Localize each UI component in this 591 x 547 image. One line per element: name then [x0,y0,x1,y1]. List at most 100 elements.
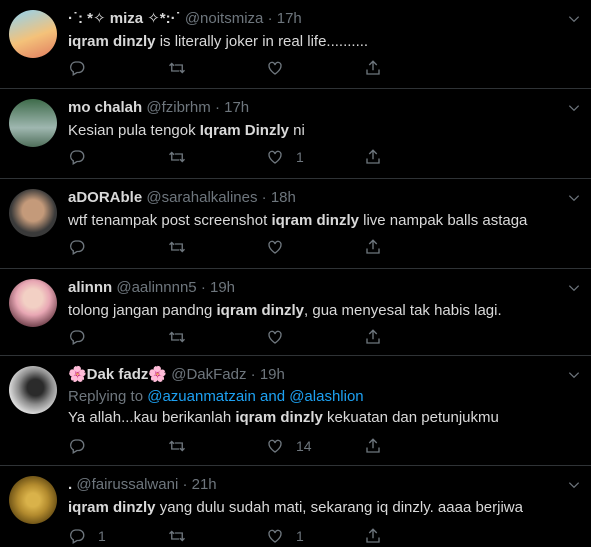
chevron-down-icon[interactable] [567,12,581,26]
tweet-text-pre: Kesian pula tengok [68,122,200,139]
retweet-icon [169,62,185,74]
separator-dot: · [200,279,206,296]
replying-to: Replying to @azuanmatzain and @alashlion [68,388,364,406]
display-name[interactable]: 🌸Dak fadz🌸 [68,366,167,383]
like-button[interactable]: 1 [266,526,304,546]
timestamp[interactable]: 17h [224,99,249,116]
timestamp[interactable]: 19h [210,279,235,296]
display-name[interactable]: ·˙: *✧ miza ✧*:·˙ [68,10,181,27]
tweet-text: wtf tenampak post screenshot iqram dinzl… [68,211,527,231]
user-handle[interactable]: @fairussalwani [76,476,178,493]
tweet-header: 🌸Dak fadz🌸 @DakFadz · 19h [68,366,285,384]
retweet-icon [169,440,185,452]
like-icon [268,330,282,344]
tweet[interactable]: mo chalah @fzibrhm · 17h Kesian pula ten… [0,89,591,179]
tweet[interactable]: aDORAble @sarahalkalines · 18h wtf tenam… [0,179,591,269]
retweet-button[interactable] [168,436,198,456]
share-button[interactable] [364,327,382,347]
reply-button[interactable] [68,327,98,347]
like-button[interactable]: 1 [266,147,304,167]
timestamp[interactable]: 17h [277,10,302,27]
like-button[interactable] [266,327,296,347]
user-handle[interactable]: @fzibrhm [146,99,210,116]
tweet[interactable]: . @fairussalwani · 21h iqram dinzly yang… [0,466,591,547]
tweet-text-pre: Ya allah...kau berikanlah [68,409,236,426]
avatar[interactable] [9,189,57,237]
display-name[interactable]: aDORAble [68,189,142,206]
tweet-text-highlight: iqram dinzly [68,499,156,516]
share-button[interactable] [364,436,382,456]
share-icon [366,329,380,344]
share-button[interactable] [364,526,382,546]
retweet-button[interactable] [168,327,198,347]
chevron-down-icon[interactable] [567,478,581,492]
tweet-text-pre: tolong jangan pandng [68,302,217,319]
like-button[interactable]: 14 [266,436,312,456]
reply-button[interactable] [68,436,98,456]
display-name[interactable]: . [68,476,72,493]
user-handle[interactable]: @aalinnnn5 [116,279,196,296]
tweet-text-post: yang dulu sudah mati, sekarang iq dinzly… [155,499,523,516]
tweet-text-highlight: iqram dinzly [68,33,156,50]
like-button[interactable] [266,237,296,257]
share-icon [366,149,380,164]
tweet-text: Kesian pula tengok Iqram Dinzly ni [68,121,305,141]
avatar[interactable] [9,366,57,414]
tweet[interactable]: ·˙: *✧ miza ✧*:·˙ @noitsmiza · 17h iqram… [0,0,591,89]
like-button[interactable] [266,58,296,78]
share-button[interactable] [364,237,382,257]
timestamp[interactable]: 19h [260,366,285,383]
tweet-text: tolong jangan pandng iqram dinzly, gua m… [68,301,502,321]
retweet-icon [169,151,185,163]
share-icon [366,60,380,75]
tweet[interactable]: alinnn @aalinnnn5 · 19h tolong jangan pa… [0,269,591,356]
reply-count: 1 [98,528,106,544]
like-icon [268,240,282,254]
separator-dot: · [267,10,273,27]
user-handle[interactable]: @DakFadz [171,366,246,383]
reply-icon [70,439,85,454]
display-name[interactable]: mo chalah [68,99,142,116]
tweet-header: aDORAble @sarahalkalines · 18h [68,189,296,207]
avatar[interactable] [9,10,57,58]
replying-to-mentions[interactable]: @azuanmatzain and @alashlion [147,388,363,405]
chevron-down-icon[interactable] [567,101,581,115]
avatar[interactable] [9,476,57,524]
like-count: 14 [296,438,312,454]
avatar[interactable] [9,279,57,327]
reply-button[interactable]: 1 [68,526,106,546]
separator-dot: · [214,99,220,116]
share-button[interactable] [364,58,382,78]
tweet-actions [68,58,388,78]
reply-icon [70,61,85,76]
retweet-button[interactable] [168,237,198,257]
tweet[interactable]: 🌸Dak fadz🌸 @DakFadz · 19h Replying to @a… [0,356,591,466]
reply-button[interactable] [68,58,98,78]
retweet-button[interactable] [168,58,198,78]
share-icon [366,438,380,453]
like-count: 1 [296,528,304,544]
retweet-button[interactable] [168,526,198,546]
separator-dot: · [250,366,256,383]
tweet-text-post: ni [288,122,305,139]
reply-button[interactable] [68,147,98,167]
avatar[interactable] [9,99,57,147]
chevron-down-icon[interactable] [567,281,581,295]
user-handle[interactable]: @noitsmiza [185,10,264,27]
user-handle[interactable]: @sarahalkalines [146,189,257,206]
display-name[interactable]: alinnn [68,279,112,296]
tweet-text: iqram dinzly is literally joker in real … [68,32,368,52]
tweet-actions [68,237,388,257]
tweet-text-post: live nampak balls astaga [358,212,528,229]
separator-dot: · [182,476,188,493]
chevron-down-icon[interactable] [567,368,581,382]
retweet-button[interactable] [168,147,198,167]
reply-button[interactable] [68,237,98,257]
separator-dot: · [261,189,267,206]
timestamp[interactable]: 18h [271,189,296,206]
timestamp[interactable]: 21h [192,476,217,493]
tweet-text-post: kekuatan dan petunjukmu [322,409,499,426]
share-button[interactable] [364,147,382,167]
tweet-actions: 1 [68,147,388,167]
chevron-down-icon[interactable] [567,191,581,205]
